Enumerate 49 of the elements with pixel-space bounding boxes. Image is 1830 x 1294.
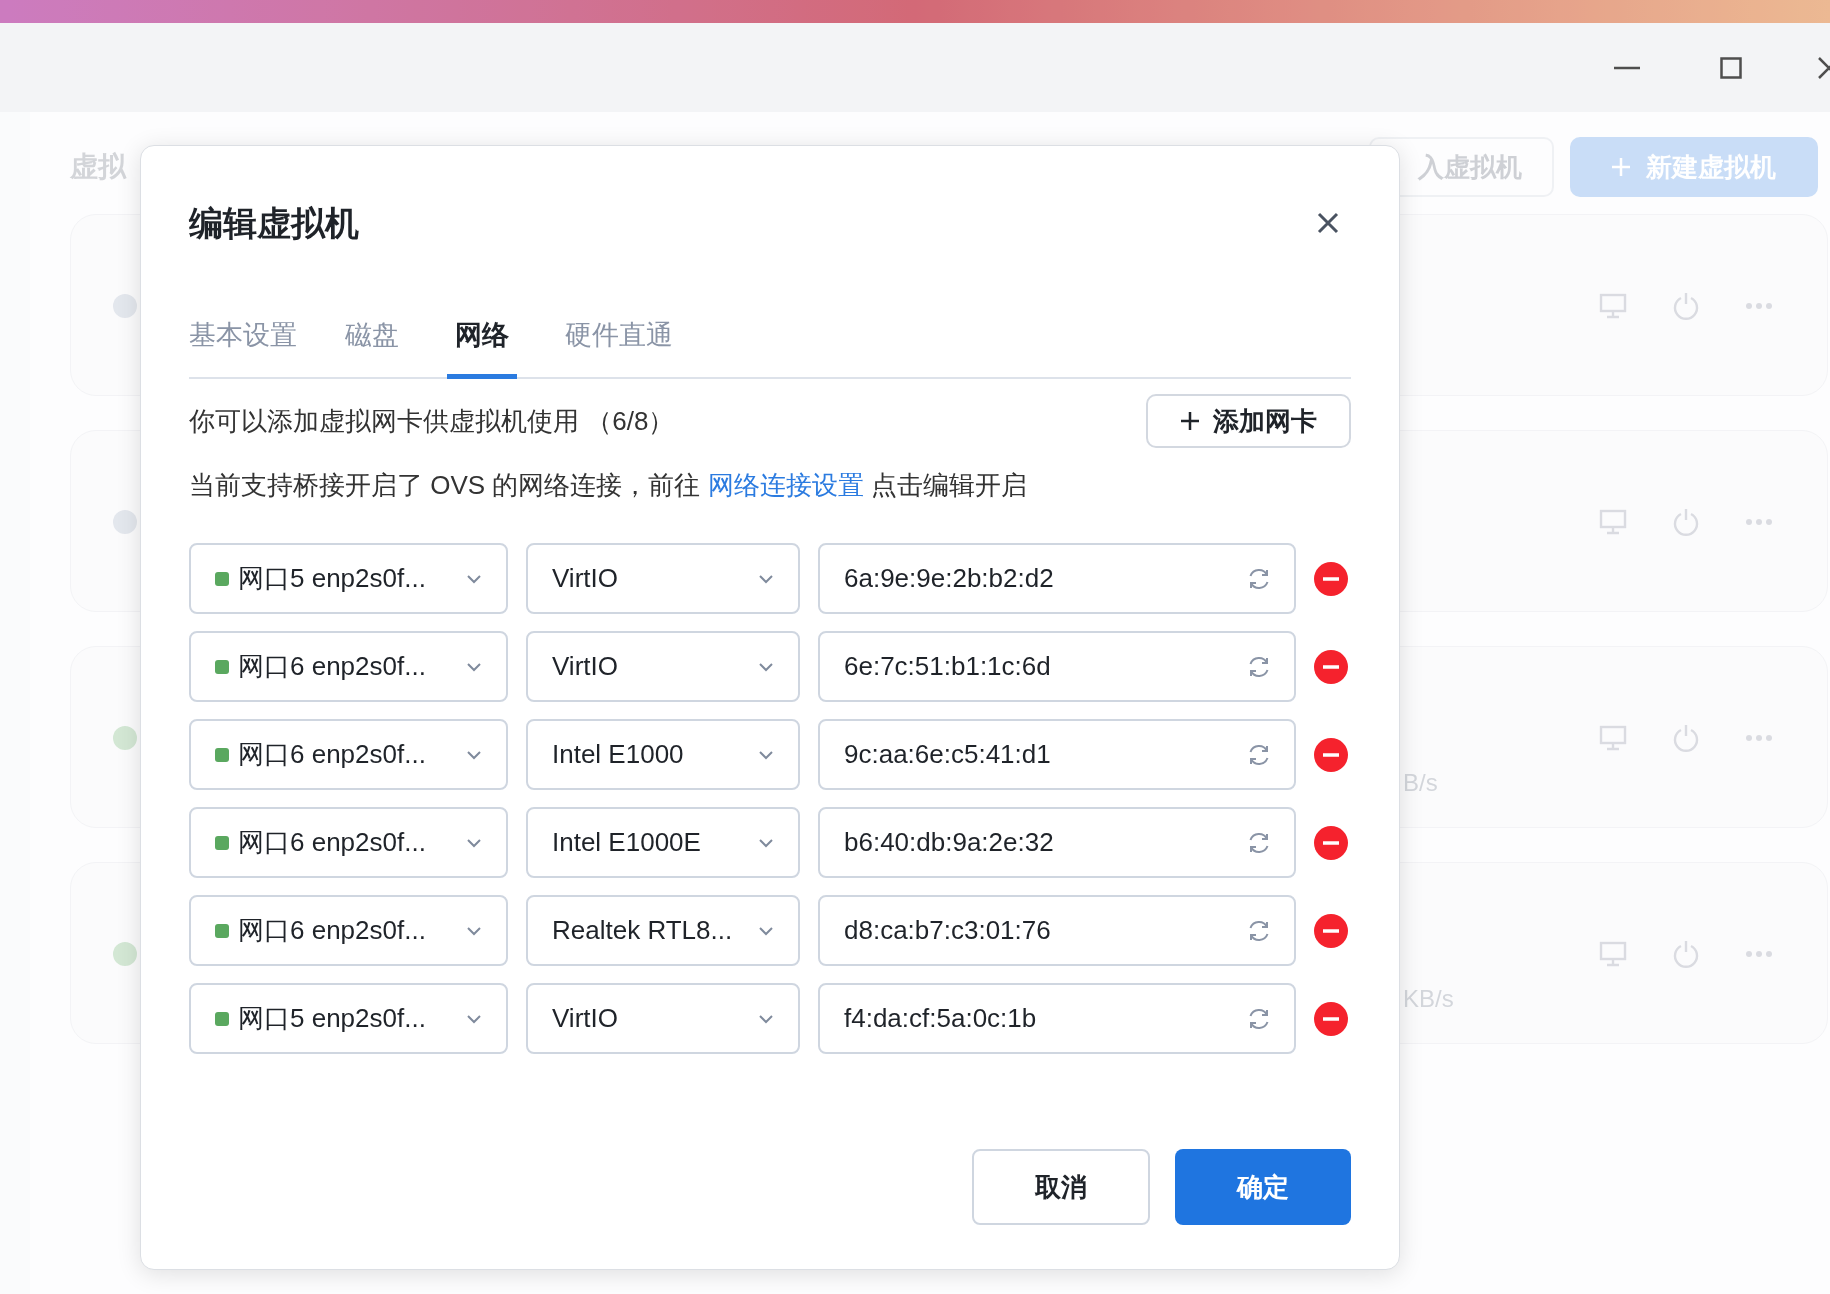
notice-text: 当前支持桥接开启了 OVS 的网络连接，前往 网络连接设置 点击编辑开启 xyxy=(189,457,1351,513)
plus-icon xyxy=(1612,158,1630,176)
mac-field[interactable]: 6e:7c:51:b1:1c:6d xyxy=(818,631,1296,702)
chevron-down-icon xyxy=(758,925,774,936)
port-select[interactable]: 网口6 enp2s0f... xyxy=(189,631,508,702)
port-select[interactable]: 网口5 enp2s0f... xyxy=(189,983,508,1054)
chevron-down-icon xyxy=(758,573,774,584)
port-select[interactable]: 网口6 enp2s0f... xyxy=(189,895,508,966)
model-select[interactable]: VirtIO xyxy=(526,543,800,614)
remove-icon[interactable] xyxy=(1314,1001,1348,1036)
cancel-button[interactable]: 取消 xyxy=(972,1149,1150,1225)
tab[interactable]: 网络 xyxy=(447,311,517,379)
chevron-down-icon xyxy=(466,573,482,584)
chevron-down-icon xyxy=(758,1013,774,1024)
confirm-button[interactable]: 确定 xyxy=(1175,1149,1351,1225)
remove-icon[interactable] xyxy=(1314,913,1348,948)
model-select[interactable]: Intel E1000E xyxy=(526,807,800,878)
chevron-down-icon xyxy=(466,749,482,760)
mac-field[interactable]: d8:ca:b7:c3:01:76 xyxy=(818,895,1296,966)
mac-field[interactable]: b6:40:db:9a:2e:32 xyxy=(818,807,1296,878)
maximize-icon[interactable] xyxy=(1720,56,1742,79)
remove-icon[interactable] xyxy=(1314,649,1348,684)
chevron-down-icon xyxy=(466,837,482,848)
port-select[interactable]: 网口5 enp2s0f... xyxy=(189,543,508,614)
remove-icon[interactable] xyxy=(1314,825,1348,860)
remove-icon[interactable] xyxy=(1314,561,1348,596)
chevron-down-icon xyxy=(758,661,774,672)
add-nic-button[interactable]: 添加网卡 xyxy=(1146,394,1351,448)
model-select[interactable]: VirtIO xyxy=(526,983,800,1054)
chevron-down-icon xyxy=(758,749,774,760)
model-select[interactable]: VirtIO xyxy=(526,631,800,702)
dialog-title: 编辑虚拟机 xyxy=(189,202,359,244)
close-icon[interactable] xyxy=(1818,56,1830,79)
mac-field[interactable]: f4:da:cf:5a:0c:1b xyxy=(818,983,1296,1054)
chevron-down-icon xyxy=(466,1013,482,1024)
chevron-down-icon xyxy=(466,925,482,936)
mac-field[interactable]: 6a:9e:9e:2b:b2:d2 xyxy=(818,543,1296,614)
port-select[interactable]: 网口6 enp2s0f... xyxy=(189,807,508,878)
plus-icon xyxy=(1180,412,1199,430)
network-settings-link[interactable]: 网络连接设置 xyxy=(707,465,864,505)
close-icon[interactable] xyxy=(1317,212,1339,234)
model-select[interactable]: Intel E1000 xyxy=(526,719,800,790)
chevron-down-icon xyxy=(466,661,482,672)
model-select[interactable]: Realtek RTL8... xyxy=(526,895,800,966)
info-text: 你可以添加虚拟网卡供虚拟机使用 （6/8） xyxy=(189,404,675,438)
mac-field[interactable]: 9c:aa:6e:c5:41:d1 xyxy=(818,719,1296,790)
remove-icon[interactable] xyxy=(1314,737,1348,772)
chevron-down-icon xyxy=(758,837,774,848)
port-select[interactable]: 网口6 enp2s0f... xyxy=(189,719,508,790)
